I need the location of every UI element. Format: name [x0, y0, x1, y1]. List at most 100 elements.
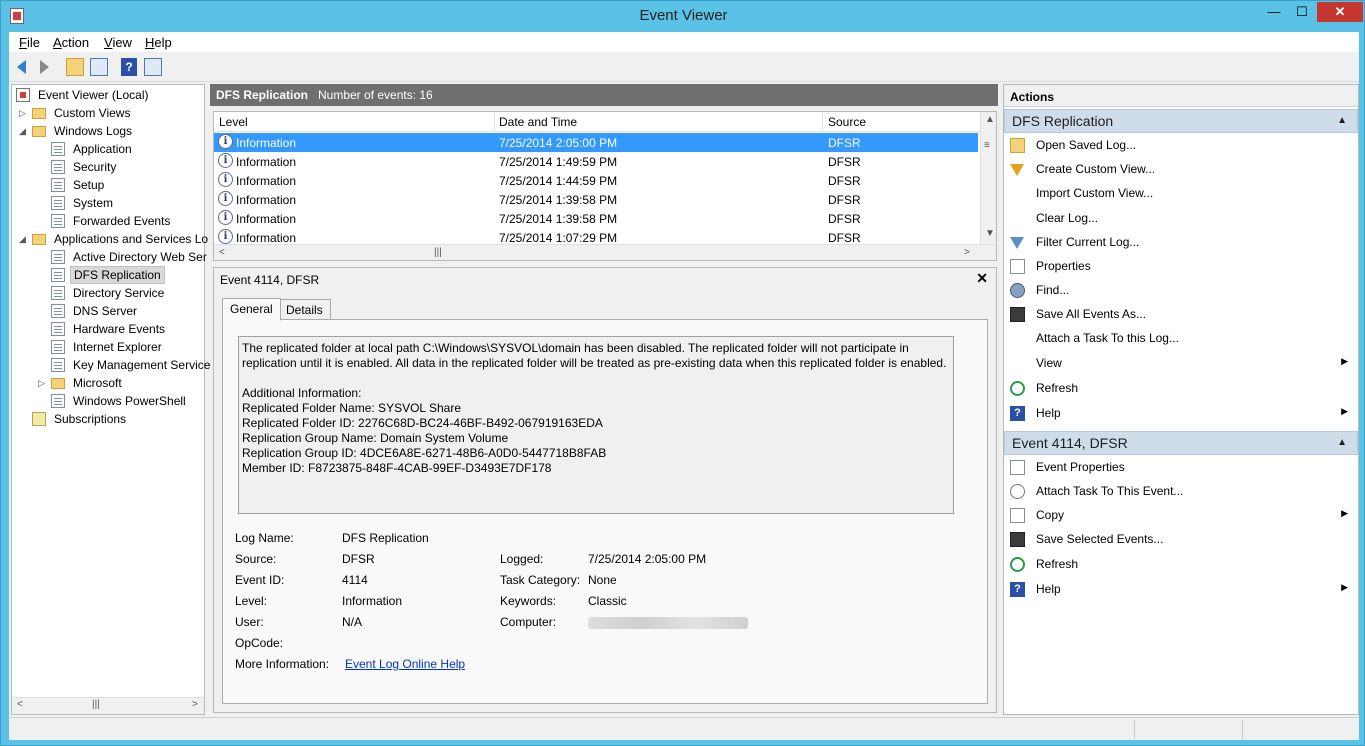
column-level[interactable]: Level: [219, 115, 248, 129]
action-save-selected-events[interactable]: Save Selected Events...: [1004, 527, 1358, 551]
log-icon: [51, 268, 65, 282]
submenu-arrow-icon: ▶: [1341, 356, 1348, 366]
column-date-time[interactable]: Date and Time: [499, 115, 577, 129]
copy-icon: [1010, 508, 1025, 523]
close-button[interactable]: ✕: [1317, 2, 1363, 22]
up-folder-button[interactable]: [65, 57, 85, 77]
scroll-left-icon[interactable]: <: [219, 247, 225, 258]
collapse-arrow-icon[interactable]: ◢: [19, 122, 29, 140]
action-event-properties[interactable]: Event Properties: [1004, 455, 1358, 479]
title-bar: Event Viewer — ☐ ✕: [1, 1, 1365, 31]
user-label: User:: [235, 615, 264, 629]
information-icon: i: [218, 191, 233, 206]
action-view[interactable]: View ▶: [1004, 351, 1358, 375]
action-import-custom-view[interactable]: Import Custom View...: [1004, 181, 1358, 205]
event-message[interactable]: The replicated folder at local path C:\W…: [238, 336, 954, 514]
save-icon: [1010, 532, 1025, 547]
table-row[interactable]: i Information 7/25/2014 1:49:59 PM DFSR: [214, 152, 978, 171]
client-area: File Action View Help ? Event Viewer (Lo…: [9, 32, 1359, 740]
table-row[interactable]: i Information 7/25/2014 1:39:58 PM DFSR: [214, 209, 978, 228]
expand-arrow-icon[interactable]: ▷: [19, 104, 29, 122]
log-icon: [51, 286, 65, 300]
logged-label: Logged:: [500, 552, 544, 566]
expand-arrow-icon[interactable]: ▷: [38, 374, 48, 392]
event-id-value: 4114: [342, 573, 368, 587]
table-row[interactable]: i Information 7/25/2014 2:05:00 PM DFSR: [214, 133, 978, 152]
action-help[interactable]: ? Help ▶: [1004, 401, 1358, 425]
menu-help[interactable]: Help: [145, 35, 172, 50]
event-detail-pane: Event 4114, DFSR ✕ General Details The r…: [213, 267, 997, 713]
maximize-button[interactable]: ☐: [1289, 2, 1315, 22]
table-row[interactable]: i Information 7/25/2014 1:39:58 PM DFSR: [214, 190, 978, 209]
event-log-online-help-link[interactable]: Event Log Online Help: [345, 657, 465, 671]
scroll-right-icon[interactable]: >: [192, 699, 198, 710]
list-horizontal-scrollbar[interactable]: < ||| >: [214, 244, 996, 260]
menu-view[interactable]: View: [104, 35, 132, 50]
tab-details[interactable]: Details: [278, 299, 331, 320]
forward-button[interactable]: [34, 57, 54, 77]
status-bar: [9, 717, 1359, 740]
action-create-custom-view[interactable]: Create Custom View...: [1004, 157, 1358, 181]
information-icon: i: [218, 172, 233, 187]
scroll-down-icon[interactable]: ▼: [985, 228, 995, 239]
collapse-arrow-icon[interactable]: ◢: [19, 230, 29, 248]
scroll-up-icon[interactable]: ▲: [985, 114, 995, 125]
actions-section-dfs-replication[interactable]: DFS Replication ▲: [1004, 109, 1358, 133]
list-vertical-scrollbar[interactable]: ▲ ≡ ▼: [980, 112, 996, 244]
scroll-left-icon[interactable]: <: [17, 699, 23, 710]
scroll-thumb-icon[interactable]: |||: [434, 247, 442, 258]
action-clear-log[interactable]: Clear Log...: [1004, 206, 1358, 230]
information-icon: i: [218, 229, 233, 244]
console-tree: Event Viewer (Local) ▷ Custom Views ◢ Wi…: [11, 84, 210, 715]
submenu-arrow-icon: ▶: [1341, 406, 1348, 416]
scroll-right-icon[interactable]: >: [964, 247, 970, 258]
help-button[interactable]: ?: [119, 57, 139, 77]
action-save-all-events[interactable]: Save All Events As...: [1004, 302, 1358, 326]
log-icon: [51, 160, 65, 174]
column-divider[interactable]: [494, 112, 495, 132]
close-detail-icon[interactable]: ✕: [976, 270, 988, 287]
column-divider[interactable]: [822, 112, 823, 132]
collapse-caret-icon[interactable]: ▲: [1337, 437, 1347, 448]
column-source[interactable]: Source: [828, 115, 866, 129]
tree-horizontal-scrollbar[interactable]: < ||| >: [12, 697, 204, 714]
show-hide-action-pane-button[interactable]: [143, 57, 163, 77]
show-hide-tree-button[interactable]: [89, 57, 109, 77]
action-filter-current-log[interactable]: Filter Current Log...: [1004, 230, 1358, 254]
log-icon: [51, 196, 65, 210]
table-row[interactable]: i Information 7/25/2014 1:44:59 PM DFSR: [214, 171, 978, 190]
information-icon: i: [218, 153, 233, 168]
folder-up-icon: [66, 58, 84, 76]
action-attach-task-to-log[interactable]: Attach a Task To this Log...: [1004, 326, 1358, 350]
event-list: Level Date and Time Source i Information 7…: [213, 111, 997, 261]
folder-icon: [32, 108, 46, 119]
menu-action[interactable]: Action: [53, 35, 89, 50]
action-find[interactable]: Find...: [1004, 278, 1358, 302]
refresh-icon: [1010, 557, 1025, 572]
minimize-button[interactable]: —: [1259, 2, 1289, 22]
action-copy[interactable]: Copy ▶: [1004, 503, 1358, 527]
keywords-label: Keywords:: [500, 594, 557, 608]
action-properties[interactable]: Properties: [1004, 254, 1358, 278]
log-icon: [51, 394, 65, 408]
action-help-event[interactable]: ? Help ▶: [1004, 577, 1358, 601]
tab-general[interactable]: General: [222, 298, 281, 321]
action-open-saved-log[interactable]: Open Saved Log...: [1004, 133, 1358, 157]
action-refresh[interactable]: Refresh: [1004, 376, 1358, 400]
action-attach-task-to-event[interactable]: Attach Task To This Event...: [1004, 479, 1358, 503]
collapse-caret-icon[interactable]: ▲: [1337, 115, 1347, 126]
action-pane-icon: [144, 58, 162, 76]
actions-section-event[interactable]: Event 4114, DFSR ▲: [1004, 431, 1358, 455]
back-button[interactable]: [11, 57, 31, 77]
menu-file[interactable]: File: [19, 35, 40, 50]
action-refresh-event[interactable]: Refresh: [1004, 552, 1358, 576]
forward-arrow-icon: [39, 60, 49, 74]
console-tree-icon: [90, 58, 108, 76]
scroll-thumb-icon[interactable]: ≡: [984, 140, 990, 151]
refresh-icon: [1010, 381, 1025, 396]
center-pane: DFS Replication Number of events: 16 Lev…: [210, 84, 998, 715]
binoculars-icon: [1010, 283, 1025, 298]
scroll-thumb-icon[interactable]: |||: [92, 699, 100, 710]
information-icon: i: [218, 134, 233, 149]
event-id-label: Event ID:: [235, 573, 285, 587]
